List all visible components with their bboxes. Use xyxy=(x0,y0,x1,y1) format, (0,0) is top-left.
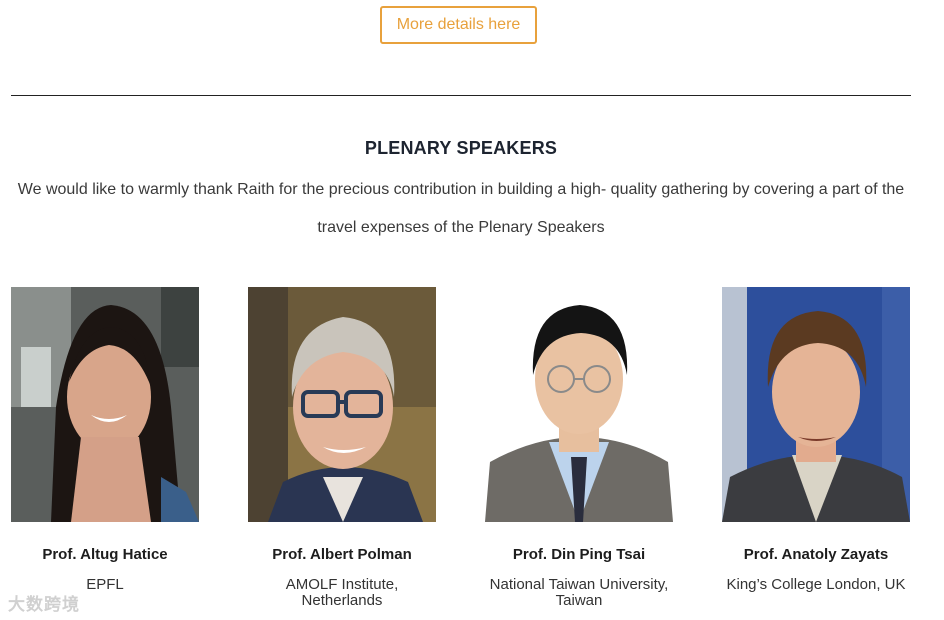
speaker-name: Prof. Albert Polman xyxy=(272,546,412,563)
watermark-logo: 大数跨境 xyxy=(8,595,80,614)
speaker-photo xyxy=(11,287,199,522)
page: More details here PLENARY SPEAKERS We wo… xyxy=(0,0,944,620)
speaker-photo xyxy=(248,287,436,522)
speaker-photo xyxy=(722,287,910,522)
section-description: We would like to warmly thank Raith for … xyxy=(17,181,905,236)
speaker-affiliation: National Taiwan University, Taiwan xyxy=(489,576,669,609)
speaker-card: Prof. Anatoly Zayats King’s College Lond… xyxy=(721,287,911,593)
more-details-button[interactable]: More details here xyxy=(380,6,537,44)
speaker-photo xyxy=(485,287,673,522)
speaker-card: Prof. Albert Polman AMOLF Institute, Net… xyxy=(247,287,437,609)
speaker-affiliation: AMOLF Institute, Netherlands xyxy=(285,576,399,609)
speaker-card: Prof. Altug Hatice EPFL xyxy=(10,287,200,593)
speaker-card: Prof. Din Ping Tsai National Taiwan Univ… xyxy=(484,287,674,609)
speaker-name: Prof. Din Ping Tsai xyxy=(512,546,646,563)
speaker-name: Prof. Anatoly Zayats xyxy=(743,546,889,563)
speaker-affiliation: King’s College London, UK xyxy=(726,576,906,593)
section-title: PLENARY SPEAKERS xyxy=(364,138,558,158)
section-divider xyxy=(11,95,911,96)
speaker-name: Prof. Altug Hatice xyxy=(42,546,168,563)
